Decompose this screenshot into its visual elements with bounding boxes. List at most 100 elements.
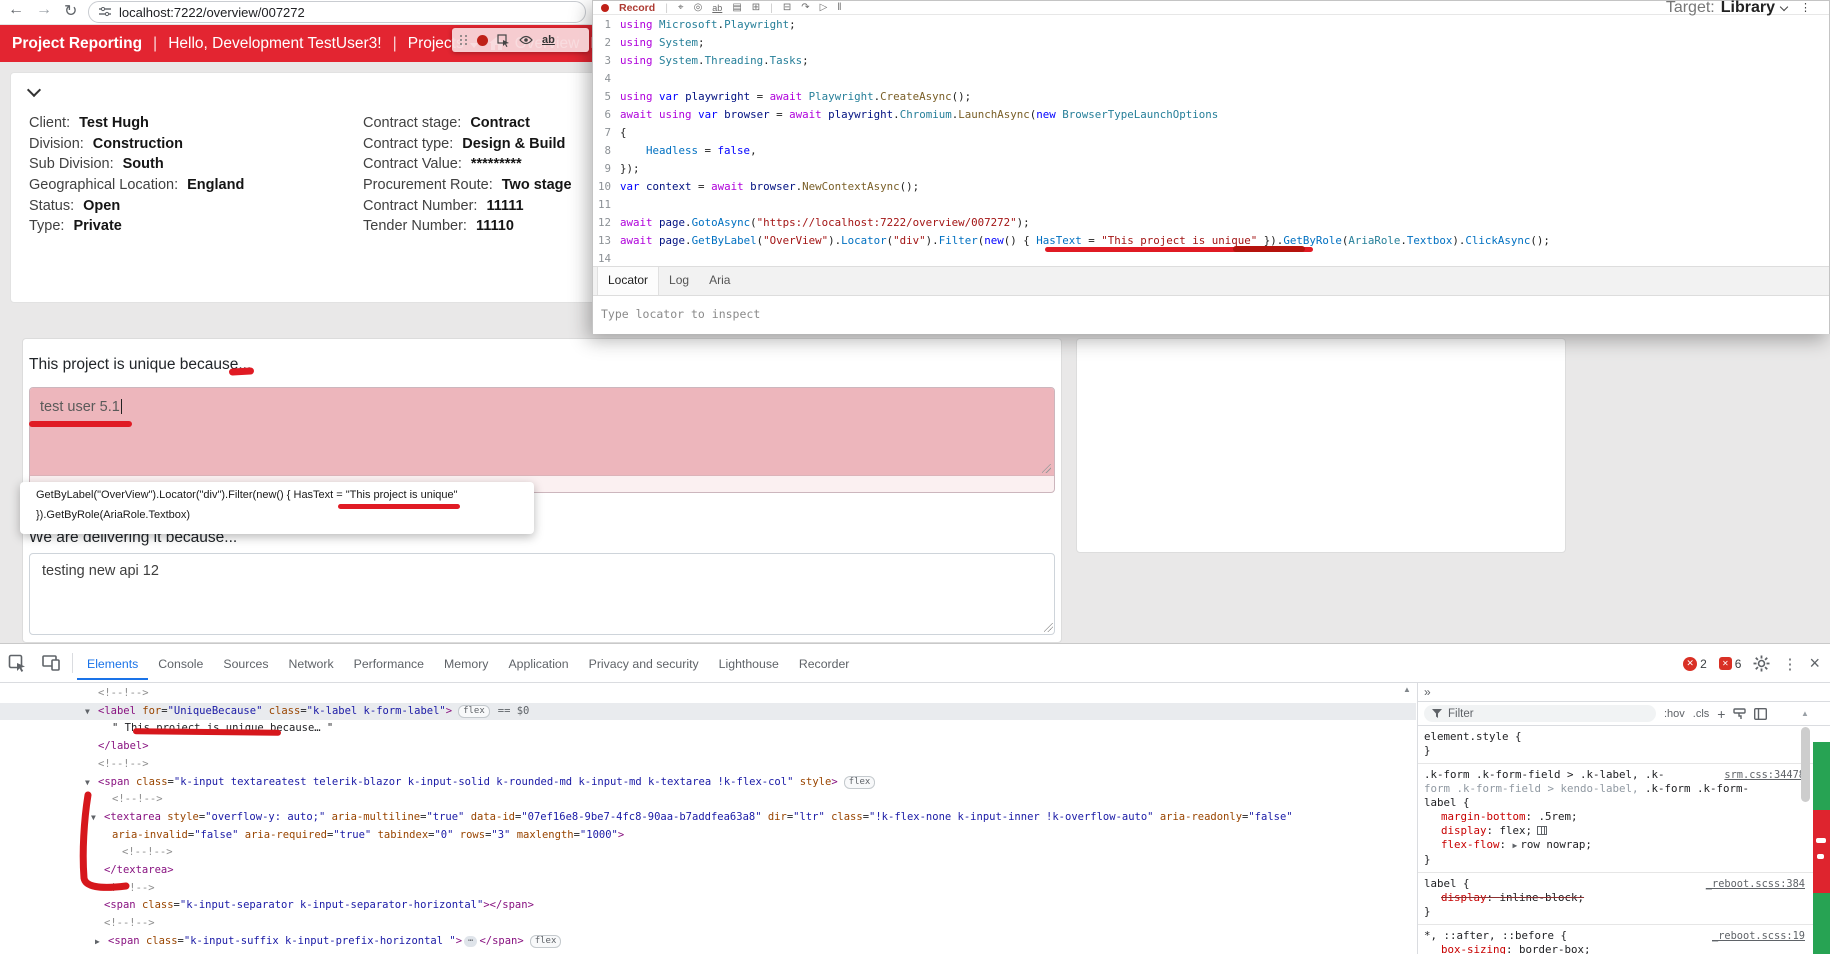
rendering-brush-icon[interactable]: [1733, 708, 1746, 720]
tree-row[interactable]: </textarea>: [0, 862, 1416, 879]
source-icon[interactable]: ⊞: [752, 2, 760, 13]
assert-visibility-icon[interactable]: [519, 35, 533, 45]
tree-row[interactable]: <!--!-->: [0, 844, 1416, 861]
edge-strip-segment: [1813, 893, 1830, 954]
more-tabs-icon[interactable]: »: [1424, 685, 1431, 699]
site-settings-icon[interactable]: [99, 7, 111, 17]
tree-row[interactable]: <!--!-->: [0, 915, 1416, 932]
scrollbar-thumb[interactable]: [1801, 727, 1810, 802]
tree-row[interactable]: ▼<label for="UniqueBecause" class="k-lab…: [0, 703, 1416, 720]
record-icon[interactable]: [601, 4, 609, 12]
close-icon[interactable]: ×: [1809, 653, 1820, 674]
step-over-icon[interactable]: ↷: [801, 2, 809, 13]
css-rule[interactable]: element.style {}: [1418, 726, 1813, 764]
collapse-chevron-icon[interactable]: [27, 83, 41, 97]
record-icon[interactable]: [477, 35, 488, 46]
toggle-hover-state-button[interactable]: :hov: [1664, 708, 1685, 720]
assert-text-icon[interactable]: ab: [712, 3, 722, 13]
device-toolbar-icon[interactable]: [34, 655, 68, 671]
css-property[interactable]: flex-flow: ▶row nowrap;: [1424, 838, 1805, 853]
inspector-tab-aria[interactable]: Aria: [699, 267, 740, 295]
tree-row[interactable]: <!--!-->: [0, 791, 1416, 808]
tree-row[interactable]: aria-invalid="false" aria-required="true…: [0, 827, 1416, 844]
tree-row[interactable]: <span class="k-input-separator k-input-s…: [0, 897, 1416, 914]
tree-row[interactable]: <!--!-->: [0, 951, 1416, 954]
resize-grip-icon[interactable]: [1044, 623, 1053, 632]
devtools-tab-recorder[interactable]: Recorder: [789, 646, 860, 680]
resize-grip-icon[interactable]: [1042, 464, 1051, 473]
css-property[interactable]: box-sizing: border-box;: [1424, 943, 1805, 954]
log-icon[interactable]: ▤: [732, 2, 741, 13]
tree-row[interactable]: <!--!-->: [0, 685, 1416, 702]
inspect-element-icon[interactable]: [0, 654, 34, 672]
css-property[interactable]: margin-bottom: .5rem;: [1424, 810, 1805, 824]
new-style-rule-icon[interactable]: +: [1717, 706, 1725, 722]
css-rule[interactable]: _reboot.scss:384label {display: inline-b…: [1418, 873, 1813, 925]
styles-filter-input[interactable]: Filter: [1424, 705, 1656, 722]
css-property[interactable]: display: flex;: [1424, 824, 1805, 838]
flex-editor-icon[interactable]: [1537, 826, 1547, 835]
tree-row[interactable]: ▼<span class="k-input textareatest teler…: [0, 774, 1416, 791]
flex-badge[interactable]: flex: [844, 776, 876, 789]
inspector-tab-locator[interactable]: Locator: [597, 267, 659, 295]
devtools-tab-performance[interactable]: Performance: [344, 646, 434, 680]
inspector-tab-log[interactable]: Log: [659, 267, 699, 295]
styles-scrollbar[interactable]: ▲: [1799, 707, 1812, 954]
assert-text-icon[interactable]: ab: [542, 34, 555, 46]
copy-icon[interactable]: ⊟: [783, 2, 791, 13]
toolbar-divider: [72, 653, 73, 673]
devtools-tab-lighthouse[interactable]: Lighthouse: [709, 646, 789, 680]
ellipsis-expand-icon[interactable]: ⋯: [464, 936, 477, 947]
devtools-tab-console[interactable]: Console: [148, 646, 213, 680]
delivering-because-textarea[interactable]: testing new api 12: [29, 553, 1055, 635]
app-brand[interactable]: Project Reporting: [12, 35, 142, 53]
devtools-tab-elements[interactable]: Elements: [77, 646, 148, 680]
expand-arrow-closed-icon[interactable]: ▶: [95, 933, 100, 950]
tree-row[interactable]: <!--!-->: [0, 756, 1416, 773]
locator-input[interactable]: Type locator to inspect: [601, 307, 760, 321]
tree-row[interactable]: ▶<span class="k-input-suffix k-input-pre…: [0, 933, 1416, 950]
kebab-menu-icon[interactable]: ⋮: [1782, 655, 1797, 673]
drag-handle-icon[interactable]: [460, 35, 468, 45]
css-property[interactable]: display: inline-block;: [1424, 891, 1805, 905]
scroll-up-icon[interactable]: ▲: [1403, 685, 1411, 694]
expand-arrow-open-icon[interactable]: ▼: [85, 774, 90, 791]
target-select[interactable]: Target: Library: [1666, 1, 1787, 15]
forward-icon[interactable]: →: [36, 1, 52, 19]
css-source-link[interactable]: _reboot.scss:384: [1706, 877, 1805, 891]
reload-icon[interactable]: ↻: [64, 1, 77, 21]
devtools-tab-network[interactable]: Network: [279, 646, 344, 680]
error-badge[interactable]: ✕ 2: [1683, 657, 1707, 671]
pick-locator-icon[interactable]: [497, 34, 510, 47]
back-icon[interactable]: ←: [8, 1, 24, 19]
css-rule[interactable]: srm.css:34478.k-form .k-form-field > .k-…: [1418, 764, 1813, 873]
kebab-menu-icon[interactable]: ⋮: [1800, 1, 1811, 14]
tree-row[interactable]: ▼<textarea style="overflow-y: auto;" ari…: [0, 809, 1416, 826]
assert-visibility-icon[interactable]: ◎: [694, 2, 703, 13]
pause-icon[interactable]: ‖: [837, 2, 841, 13]
css-source-link[interactable]: srm.css:34478: [1724, 768, 1805, 782]
devtools-tab-memory[interactable]: Memory: [434, 646, 498, 680]
css-source-link[interactable]: _reboot.scss:19: [1712, 929, 1805, 943]
code-line-7: 7{: [595, 126, 627, 141]
resume-icon[interactable]: ▷: [820, 2, 828, 13]
expand-arrow-open-icon[interactable]: ▼: [85, 703, 90, 720]
record-button[interactable]: Record: [619, 2, 655, 14]
unique-because-textarea[interactable]: test user 5.1: [30, 388, 1055, 476]
css-rule[interactable]: _reboot.scss:19*, ::after, ::before {box…: [1418, 925, 1813, 954]
flex-badge[interactable]: flex: [530, 935, 562, 948]
tree-row[interactable]: </label>: [0, 738, 1416, 755]
devtools-tab-application[interactable]: Application: [498, 646, 578, 680]
flex-badge[interactable]: flex: [458, 705, 490, 718]
devtools-tab-privacy-and-security[interactable]: Privacy and security: [579, 646, 709, 680]
pick-locator-icon[interactable]: ⌖: [678, 2, 684, 13]
toggle-class-button[interactable]: .cls: [1693, 708, 1710, 720]
gear-icon[interactable]: [1753, 655, 1770, 672]
devtools-tab-sources[interactable]: Sources: [213, 646, 278, 680]
url-text[interactable]: localhost:7222/overview/007272: [119, 5, 305, 20]
code-line-11: 11: [595, 198, 620, 213]
tree-row[interactable]: <!--!-->: [0, 880, 1416, 897]
address-bar[interactable]: localhost:7222/overview/007272: [88, 1, 586, 23]
issues-badge[interactable]: ✕ 6: [1719, 657, 1742, 671]
toggle-sidebar-icon[interactable]: [1754, 708, 1767, 720]
